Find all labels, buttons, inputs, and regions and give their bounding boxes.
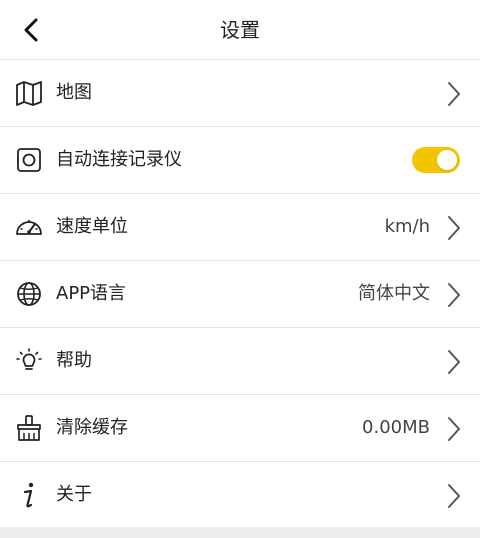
settings-item-speed-unit[interactable]: 速度单位 km/h [0, 194, 480, 261]
bottom-divider-band [0, 527, 480, 538]
settings-item-label: 速度单位 [56, 216, 128, 237]
speed-unit-value: km/h [384, 216, 430, 237]
settings-item-label: 帮助 [56, 350, 92, 371]
brush-icon [14, 413, 44, 443]
top-bar: 设置 [0, 0, 480, 60]
settings-item-help[interactable]: 帮助 [0, 328, 480, 395]
camera-square-icon [14, 145, 44, 175]
settings-item-about[interactable]: 关于 [0, 462, 480, 529]
globe-icon [14, 279, 44, 309]
lightbulb-icon [14, 346, 44, 376]
page-title: 设置 [220, 18, 260, 42]
settings-item-label: 清除缓存 [56, 417, 128, 438]
toggle-knob [437, 150, 457, 170]
auto-connect-toggle[interactable] [412, 147, 460, 173]
chevron-left-icon [24, 18, 38, 42]
settings-item-label: 关于 [56, 484, 92, 505]
chevron-right-icon [448, 350, 460, 374]
info-icon [14, 480, 44, 510]
settings-item-label: APP语言 [56, 283, 127, 304]
settings-list: 地图 自动连接记录仪 速度单位 km/h APP语言 简体中文 帮助 清除缓存 … [0, 60, 480, 529]
back-button[interactable] [10, 8, 54, 52]
chevron-right-icon [448, 216, 460, 240]
cache-size-value: 0.00MB [362, 417, 430, 438]
chevron-right-icon [448, 283, 460, 307]
settings-item-auto-connect-recorder: 自动连接记录仪 [0, 127, 480, 194]
speedometer-icon [14, 212, 44, 242]
chevron-right-icon [448, 484, 460, 508]
settings-item-map[interactable]: 地图 [0, 60, 480, 127]
chevron-right-icon [448, 82, 460, 106]
settings-item-clear-cache[interactable]: 清除缓存 0.00MB [0, 395, 480, 462]
settings-item-label: 自动连接记录仪 [56, 149, 182, 170]
chevron-right-icon [448, 417, 460, 441]
settings-item-label: 地图 [56, 82, 92, 103]
app-language-value: 简体中文 [358, 283, 430, 304]
settings-item-app-language[interactable]: APP语言 简体中文 [0, 261, 480, 328]
map-icon [14, 78, 44, 108]
